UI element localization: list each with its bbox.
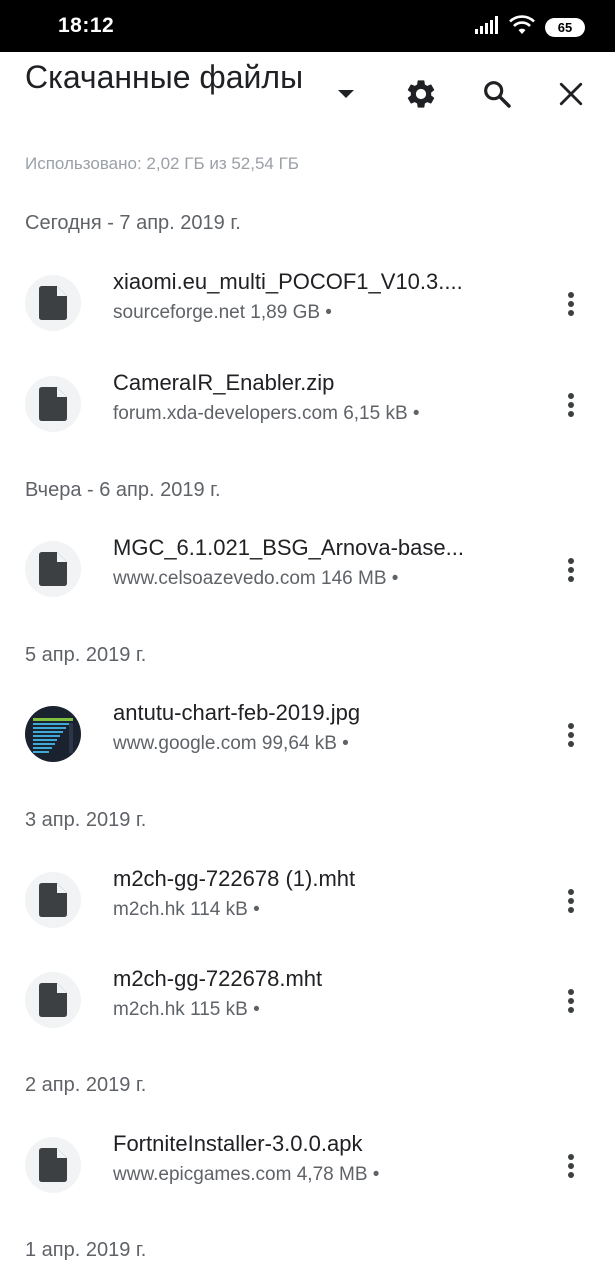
close-icon[interactable] [547,70,595,118]
file-meta: sourceforge.net 1,89 GB • [113,302,332,323]
more-options-icon[interactable] [547,1142,595,1190]
file-name: MGC_6.1.021_BSG_Arnova-base... [113,535,464,560]
settings-gear-icon[interactable] [397,70,445,118]
list-item[interactable]: CameraIR_Enabler.zip forum.xda-developer… [0,354,615,454]
file-name: antutu-chart-feb-2019.jpg [113,700,361,725]
signal-icon [475,15,499,39]
file-name: m2ch-gg-722678 (1).mht [113,866,356,891]
section-header-apr-1: 1 апр. 2019 г. [25,1239,147,1261]
section-header-apr-5: 5 апр. 2019 г. [25,644,147,666]
document-icon [25,275,81,331]
document-icon [25,541,81,597]
search-icon[interactable] [473,70,521,118]
section-header-today: Сегодня - 7 апр. 2019 г. [25,212,241,234]
list-item[interactable]: m2ch-gg-722678 (1).mht m2ch.hk 114 kB • [0,850,615,950]
document-icon [25,972,81,1028]
more-options-icon[interactable] [547,280,595,328]
dropdown-arrow-icon[interactable] [322,70,370,118]
file-name: CameraIR_Enabler.zip [113,370,335,395]
page-title: Скачанные файлы [25,59,304,95]
file-name: xiaomi.eu_multi_POCOF1_V10.3.... [113,269,463,294]
section-header-yesterday: Вчера - 6 апр. 2019 г. [25,479,221,501]
more-options-icon[interactable] [547,711,595,759]
section-header-apr-2: 2 апр. 2019 г. [25,1074,147,1096]
file-meta: m2ch.hk 115 kB • [113,999,260,1020]
document-icon [25,872,81,928]
list-item[interactable]: xiaomi.eu_multi_POCOF1_V10.3.... sourcef… [0,253,615,353]
wifi-icon [509,14,535,40]
status-time: 18:12 [58,14,115,37]
list-item[interactable]: FortniteInstaller-3.0.0.apk www.epicgame… [0,1115,615,1215]
file-meta: m2ch.hk 114 kB • [113,899,260,920]
file-name: FortniteInstaller-3.0.0.apk [113,1131,363,1156]
more-options-icon[interactable] [547,977,595,1025]
file-meta: forum.xda-developers.com 6,15 kB • [113,403,420,424]
more-options-icon[interactable] [547,546,595,594]
storage-usage: Использовано: 2,02 ГБ из 52,54 ГБ [25,154,299,173]
battery-icon: 65 [545,17,585,37]
list-item[interactable]: antutu-chart-feb-2019.jpg www.google.com… [0,684,615,784]
section-header-apr-3: 3 апр. 2019 г. [25,809,147,831]
more-options-icon[interactable] [547,877,595,925]
battery-level: 65 [557,19,573,35]
document-icon [25,1137,81,1193]
file-meta: www.celsoazevedo.com 146 MB • [113,568,399,589]
status-bar: 18:12 65 [0,0,615,52]
more-options-icon[interactable] [547,381,595,429]
file-name: m2ch-gg-722678.mht [113,966,323,991]
list-item[interactable]: MGC_6.1.021_BSG_Arnova-base... www.celso… [0,519,615,619]
file-meta: www.epicgames.com 4,78 MB • [113,1164,380,1185]
image-thumbnail [25,706,81,762]
file-meta: www.google.com 99,64 kB • [113,733,349,754]
document-icon [25,376,81,432]
status-icons: 65 [475,14,585,40]
list-item[interactable]: m2ch-gg-722678.mht m2ch.hk 115 kB • [0,950,615,1050]
